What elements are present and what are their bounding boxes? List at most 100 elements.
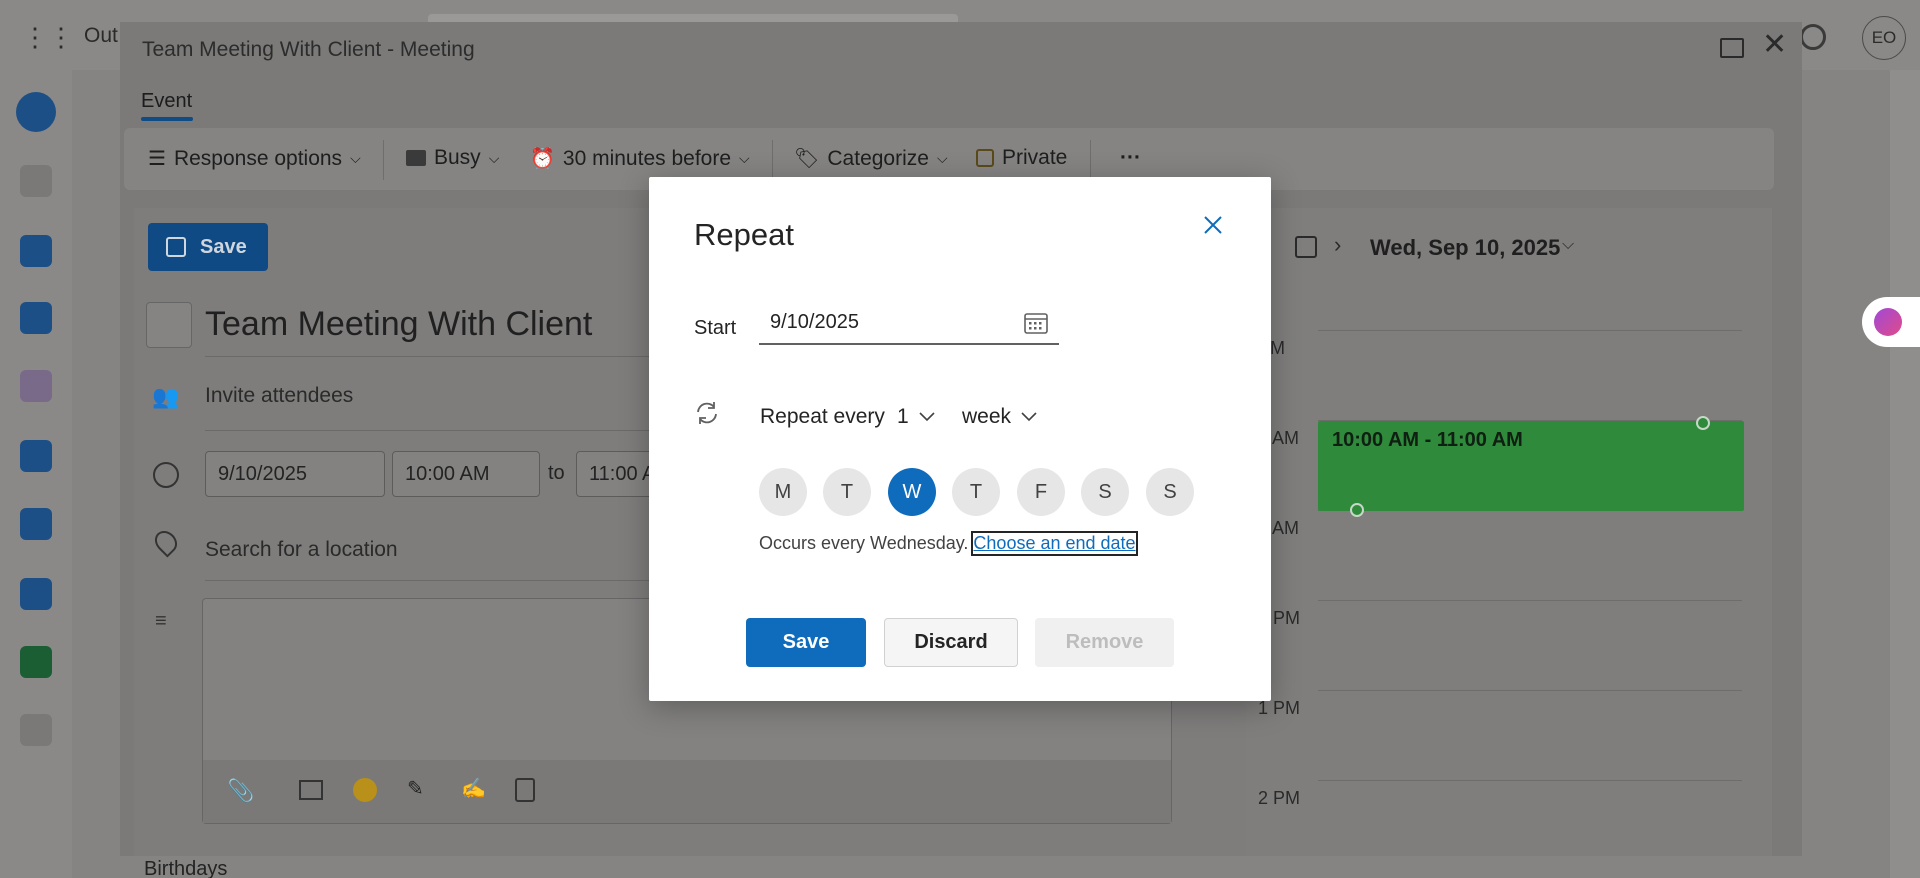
private-button[interactable]: Private [976,146,1067,170]
sliders-icon: ☰ [148,148,166,170]
reminder-label: 30 minutes before [562,146,732,170]
day-toggle-sunday[interactable]: S [1146,468,1194,516]
busy-label: Busy [434,146,481,169]
app-nav-rail: ⋮⋮⋮ [0,0,100,878]
outlook-icon[interactable] [16,92,56,132]
emoji-icon[interactable] [353,778,377,802]
lock-icon [976,149,994,167]
choose-end-date-link[interactable]: Choose an end date [971,531,1138,556]
categorize-button[interactable]: 🏷 Categorize ⌵ [794,146,948,171]
chevron-down-icon: ⌵ [350,150,361,166]
tag-icon: 🏷 [794,148,820,170]
day-toggle-tuesday[interactable]: T [823,468,871,516]
alarm-icon: ⏰ [530,148,555,170]
app-scrollbar[interactable] [1890,70,1920,878]
meeting-title-input[interactable]: Team Meeting With Client [205,305,592,344]
format-icon[interactable]: ✎ [407,776,424,801]
invite-attendees-input[interactable]: Invite attendees [205,384,353,408]
start-date-text[interactable] [759,311,1009,334]
day-calendar-panel [1246,208,1772,856]
dialog-title: Repeat [694,217,794,252]
calendar-date-picker[interactable]: Wed, Sep 10, 2025 [1370,235,1560,261]
hour-line [1318,330,1742,331]
meeting-save-button[interactable]: Save [148,223,268,271]
resize-handle-top[interactable] [1696,416,1710,430]
tab-event[interactable]: Event [141,90,192,113]
ribbon-separator [772,140,773,180]
excel-icon[interactable] [20,646,52,678]
event-time-label: 10:00 AM - 11:00 AM [1332,429,1523,451]
start-date-value: 9/10/2025 [218,462,307,485]
more-options-button[interactable]: ··· [1120,146,1141,170]
next-day-icon[interactable]: › [1334,232,1341,258]
settings-icon[interactable] [1800,24,1826,50]
loop-icon[interactable] [515,778,535,802]
day-toggle-wednesday[interactable]: W [888,468,936,516]
save-icon [166,237,186,257]
response-options-button[interactable]: ☰ Response options ⌵ [148,146,361,171]
save-button[interactable]: Save [746,618,866,667]
busy-icon [406,150,426,166]
app-name: Out [84,24,118,47]
unit-value: week [962,405,1012,428]
people-icon[interactable] [20,440,52,472]
chevron-down-icon [919,412,935,422]
interval-value: 1 [897,405,909,428]
start-time-field[interactable]: 10:00 AM [392,451,540,497]
hour-label: 2 PM [1258,788,1301,808]
occurrence-summary: Occurs every Wednesday. Choose an end da… [759,531,1138,556]
day-toggle-monday[interactable]: M [759,468,807,516]
reminder-button[interactable]: ⏰ 30 minutes before ⌵ [530,146,750,171]
close-icon[interactable] [1199,211,1227,239]
calendar-icon[interactable] [20,302,52,334]
editor-toolbar: 📎 ✎ ✍ [203,760,1171,823]
start-label: Start [694,317,737,339]
today-icon[interactable] [1295,236,1317,258]
image-icon[interactable] [299,780,323,800]
day-toggle-thursday[interactable]: T [952,468,1000,516]
window-close-icon[interactable]: ✕ [1762,30,1787,60]
location-input[interactable]: Search for a location [205,538,398,562]
resize-handle-bottom[interactable] [1350,503,1364,517]
tab-event-underline [141,117,193,121]
response-options-label: Response options [173,146,343,170]
new-mail-icon[interactable] [20,165,52,197]
start-date-field[interactable]: 9/10/2025 [205,451,385,497]
chevron-down-icon: ⌵ [1562,236,1575,253]
start-time-value: 10:00 AM [405,462,490,485]
busy-status-button[interactable]: Busy ⌵ [406,146,499,170]
popout-icon[interactable] [1720,38,1744,58]
chevron-down-icon: ⌵ [488,149,500,166]
discard-button[interactable]: Discard [884,618,1018,667]
to-label: to [548,462,565,484]
remove-button[interactable]: Remove [1035,618,1174,667]
start-date-input[interactable] [759,302,1059,345]
text-lines-icon: ≡ [155,610,167,632]
word-icon[interactable] [20,578,52,610]
more-apps-icon[interactable] [20,714,52,746]
day-toggle-friday[interactable]: F [1017,468,1065,516]
hour-line [1318,600,1742,601]
hour-label: 1 PM [1258,698,1301,718]
attach-icon[interactable]: 📎 [227,778,254,804]
copilot-icon[interactable] [20,370,52,402]
private-label: Private [1002,146,1068,169]
copilot-side-button[interactable] [1862,297,1920,347]
hour-line [1318,690,1742,691]
chevron-down-icon: ⌵ [739,150,750,166]
clock-icon [153,462,179,488]
copilot-brain-icon [1874,308,1902,336]
mail-icon[interactable] [20,235,52,267]
occurs-text: Occurs every Wednesday. [759,533,969,553]
avatar[interactable]: EO [1862,16,1906,60]
calendar-icon[interactable] [1023,311,1049,335]
unit-dropdown[interactable]: week [962,399,1037,435]
repeat-dialog: Repeat Start Repeat every 1 [649,177,1271,701]
interval-dropdown[interactable]: 1 [897,399,935,435]
day-toggle-saturday[interactable]: S [1081,468,1129,516]
calendar-name-birthdays[interactable]: Birthdays [144,858,227,878]
meeting-save-label: Save [200,235,247,258]
calendar-event-block[interactable]: 10:00 AM - 11:00 AM [1318,421,1744,511]
todo-icon[interactable] [20,508,52,540]
draw-icon[interactable]: ✍ [461,776,486,801]
